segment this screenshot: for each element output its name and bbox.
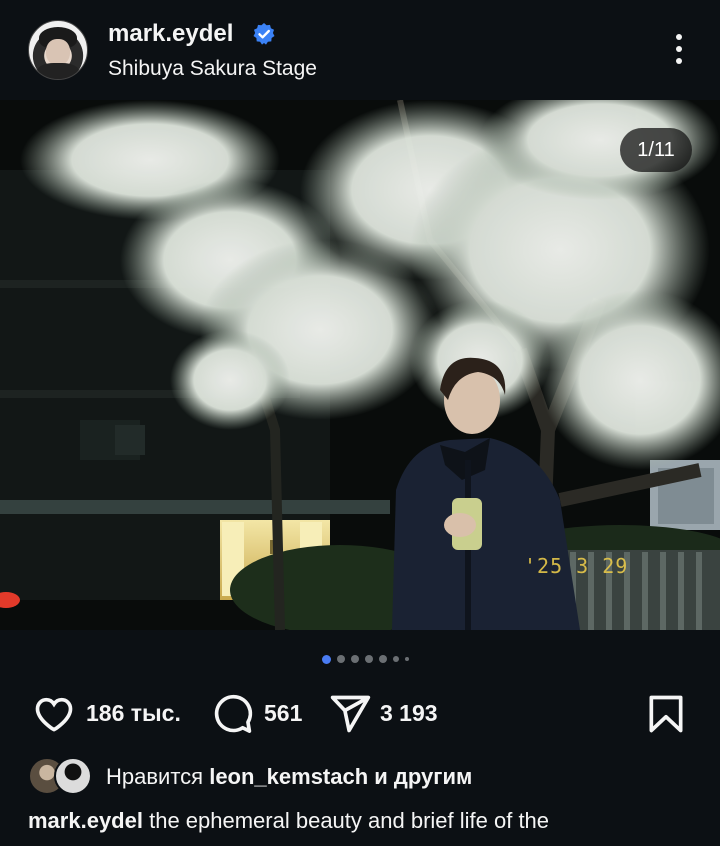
action-bar: 186 тыс. 561 3 193 <box>0 690 720 740</box>
post-header: mark.eydel Shibuya Sakura Stage <box>0 0 720 100</box>
post-location[interactable]: Shibuya Sakura Stage <box>108 57 317 81</box>
liker-avatar <box>54 757 92 795</box>
author-username[interactable]: mark.eydel <box>108 20 233 48</box>
bookmark-icon[interactable] <box>644 692 688 736</box>
likers-avatars[interactable] <box>28 757 98 795</box>
caption-text: the ephemeral beauty and brief life of t… <box>149 808 550 833</box>
heart-icon[interactable] <box>32 692 76 736</box>
carousel-dot <box>337 655 345 663</box>
comment-bubble-icon[interactable] <box>210 692 254 736</box>
media-counter: 1/11 <box>620 128 692 172</box>
more-vertical-icon[interactable] <box>668 34 690 68</box>
carousel-dot <box>393 656 399 662</box>
carousel-indicator <box>322 654 409 664</box>
paper-plane-icon[interactable] <box>328 692 372 736</box>
carousel-dot-active <box>322 654 331 664</box>
carousel-dot <box>379 655 387 663</box>
likes-suffix[interactable]: и другим <box>374 764 472 789</box>
photo-datestamp: '25 3 29 <box>524 554 629 578</box>
carousel-dot <box>405 657 409 661</box>
verified-badge-icon <box>253 23 275 45</box>
likes-summary[interactable]: Нравится leon_kemstach и другим <box>106 764 472 790</box>
night-sakura-photo <box>0 100 720 630</box>
liker-username[interactable]: leon_kemstach <box>209 764 368 789</box>
shares-count[interactable]: 3 193 <box>380 700 438 727</box>
comments-count[interactable]: 561 <box>264 700 302 727</box>
carousel-dot <box>351 655 359 663</box>
likes-prefix: Нравится <box>106 764 204 789</box>
carousel-dot <box>365 655 373 663</box>
post-caption: mark.eydel the ephemeral beauty and brie… <box>28 808 549 834</box>
caption-author[interactable]: mark.eydel <box>28 808 143 833</box>
likes-count[interactable]: 186 тыс. <box>86 700 181 727</box>
author-avatar[interactable] <box>28 20 88 80</box>
post-image[interactable] <box>0 100 720 630</box>
